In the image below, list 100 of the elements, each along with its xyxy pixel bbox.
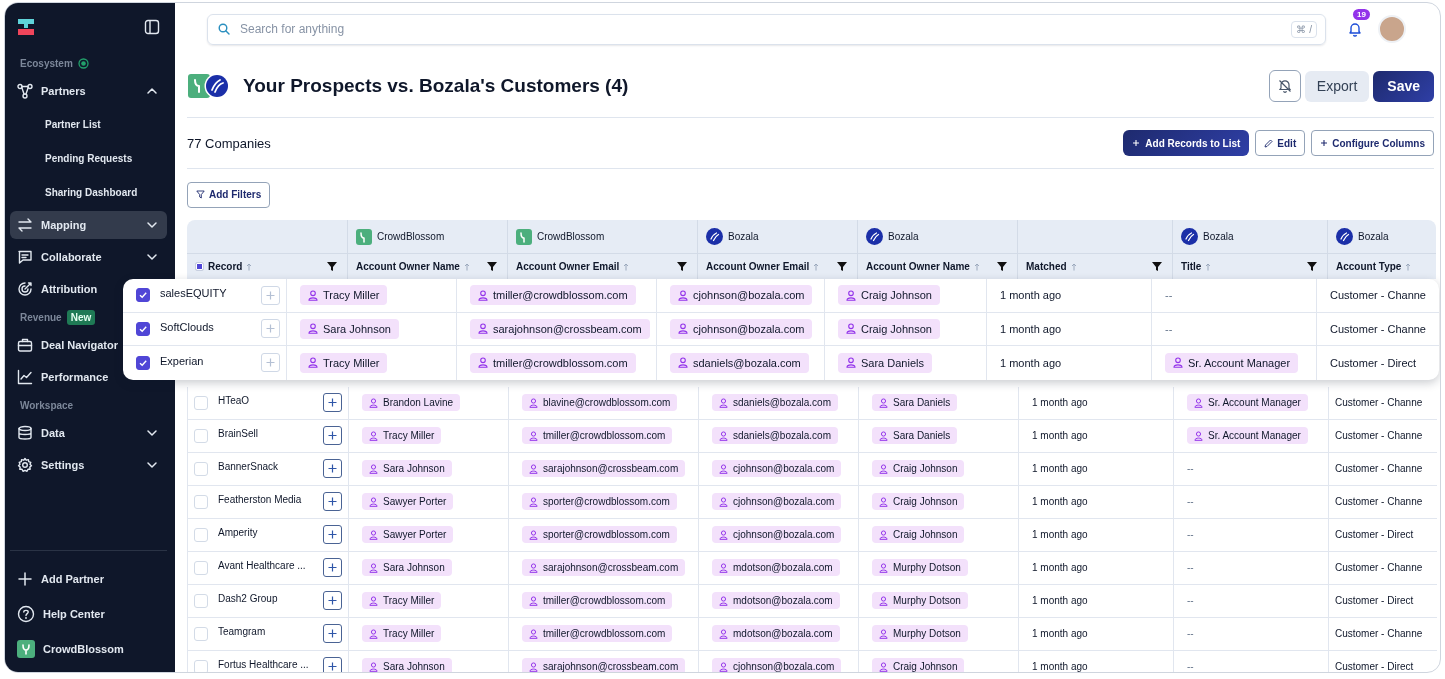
- person-icon: [308, 357, 318, 369]
- nav-item[interactable]: Settings: [10, 451, 167, 479]
- table-cell: 1 month ago: [1032, 562, 1088, 573]
- chevron-down-icon[interactable]: [146, 251, 158, 263]
- person-icon: [369, 595, 378, 606]
- filter-icon[interactable]: [677, 262, 687, 271]
- nav-subitem[interactable]: Pending Requests: [10, 141, 167, 175]
- search-input[interactable]: Search for anything: [238, 21, 1284, 37]
- bell-icon[interactable]: [1348, 21, 1362, 37]
- table-cell: Customer - Direct: [1335, 595, 1414, 606]
- nav-item[interactable]: Performance: [10, 363, 118, 391]
- footer-item[interactable]: Help Center: [10, 596, 167, 631]
- footer-item[interactable]: CrowdBlossom: [10, 631, 167, 666]
- plus-icon: [328, 629, 337, 638]
- add-button[interactable]: [323, 591, 342, 610]
- column-header[interactable]: Account Owner Email: [706, 261, 810, 272]
- export-button[interactable]: Export: [1304, 70, 1370, 102]
- column-header[interactable]: Account Owner Name: [866, 261, 970, 272]
- new-badge: New: [66, 309, 96, 325]
- add-button[interactable]: [323, 624, 342, 643]
- company-logo-icon: [356, 228, 372, 245]
- person-chip: Craig Johnson: [838, 318, 940, 339]
- column-header[interactable]: Matched: [1026, 261, 1067, 272]
- person-chip: cjohnson@bozala.com: [712, 460, 842, 477]
- column-header[interactable]: Account Owner Name: [356, 261, 460, 272]
- add-button[interactable]: [323, 492, 342, 511]
- bell-off-icon: [1277, 79, 1292, 93]
- edit-button[interactable]: Edit: [1255, 130, 1306, 156]
- column-header[interactable]: Account Owner Email: [516, 261, 620, 272]
- add-button[interactable]: [323, 393, 342, 412]
- configure-columns-button[interactable]: Configure Columns: [1311, 130, 1434, 156]
- filter-icon[interactable]: [327, 262, 337, 271]
- mute-button[interactable]: [1268, 70, 1301, 102]
- chevron-down-icon[interactable]: [146, 219, 158, 231]
- person-chip: Tracy Miller: [300, 352, 388, 373]
- add-button[interactable]: [323, 426, 342, 445]
- nav-item[interactable]: Deal Navigator: [10, 331, 128, 359]
- person-chip: mdotson@bozala.com: [712, 559, 840, 576]
- record-name: salesEQUITY: [160, 287, 228, 300]
- footer-item[interactable]: Add Partner: [10, 561, 167, 596]
- row-checkbox[interactable]: [136, 288, 150, 303]
- plus-icon: [328, 530, 337, 539]
- filter-icon[interactable]: [1307, 262, 1317, 271]
- nav-subitem[interactable]: Sharing Dashboard: [10, 175, 167, 209]
- person-icon: [719, 562, 728, 573]
- nav-item[interactable]: Collaborate: [10, 243, 167, 271]
- column-header[interactable]: Title: [1181, 261, 1202, 272]
- person-icon: [719, 529, 728, 540]
- person-icon: [719, 661, 728, 672]
- plus-icon: [328, 596, 337, 605]
- save-button[interactable]: Save: [1373, 70, 1434, 102]
- chevron-down-icon[interactable]: [146, 427, 158, 439]
- filter-icon[interactable]: [837, 262, 847, 271]
- nav-item[interactable]: Mapping: [10, 211, 167, 239]
- plus-icon: [328, 662, 337, 671]
- person-chip: Sara Johnson: [300, 318, 399, 339]
- add-filters-button[interactable]: Add Filters: [187, 181, 271, 208]
- person-icon: [719, 595, 728, 606]
- nav-item[interactable]: Attribution: [10, 275, 107, 303]
- record-name: Dash2 Group: [218, 593, 279, 604]
- record-name: Experian: [160, 354, 205, 367]
- select-all-checkbox[interactable]: [195, 262, 204, 271]
- table-cell: 1 month ago: [1032, 529, 1088, 540]
- filter-icon[interactable]: [1152, 262, 1162, 271]
- person-icon: [529, 595, 538, 606]
- chevron-down-icon[interactable]: [146, 459, 158, 471]
- table-cell: Customer - Channe: [1335, 430, 1423, 441]
- filter-icon[interactable]: [487, 262, 497, 271]
- table-cell: 1 month ago: [1032, 496, 1088, 507]
- empty-value: --: [1187, 463, 1194, 474]
- nav-subitem[interactable]: Partner List: [10, 107, 167, 141]
- add-button[interactable]: [323, 657, 342, 672]
- nav-item[interactable]: Data: [10, 419, 167, 447]
- empty-value: --: [1187, 496, 1194, 507]
- source-label: Bozala: [728, 231, 759, 242]
- nav-item[interactable]: Partners: [10, 77, 167, 105]
- add-button[interactable]: [323, 525, 342, 544]
- plus-icon: [1132, 139, 1141, 147]
- person-icon: [846, 289, 856, 301]
- row-checkbox[interactable]: [136, 355, 150, 370]
- empty-value: --: [1187, 628, 1194, 639]
- row-checkbox[interactable]: [136, 321, 150, 336]
- sidebar-toggle-icon[interactable]: [144, 19, 160, 35]
- person-icon: [879, 496, 888, 507]
- add-button[interactable]: [323, 558, 342, 577]
- filter-icon[interactable]: [997, 262, 1007, 271]
- add-records-button[interactable]: Add Records to List: [1123, 130, 1250, 156]
- line-chart-icon: [17, 369, 33, 385]
- plus-icon: [328, 398, 337, 407]
- person-chip: Sawyer Porter: [362, 493, 454, 510]
- person-icon: [478, 289, 488, 301]
- person-icon: [846, 323, 856, 335]
- person-chip: Sara Daniels: [872, 394, 958, 411]
- column-header[interactable]: Account Type: [1336, 261, 1402, 272]
- column-header[interactable]: Record: [208, 261, 243, 272]
- empty-value: --: [1165, 322, 1173, 335]
- person-icon: [369, 430, 378, 441]
- chevron-up-icon[interactable]: [146, 85, 158, 97]
- table-cell: 1 month ago: [1032, 628, 1088, 639]
- add-button[interactable]: [323, 459, 342, 478]
